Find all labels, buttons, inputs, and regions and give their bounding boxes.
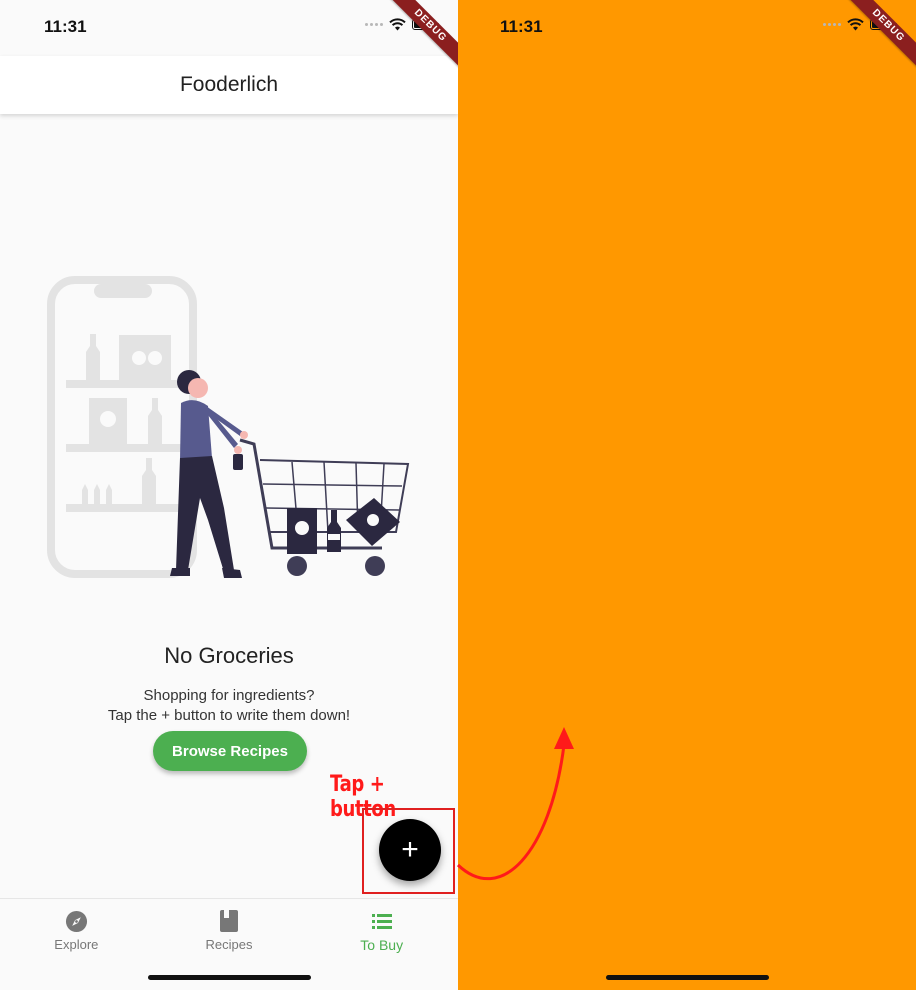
empty-state-title: No Groceries [164, 643, 294, 668]
empty-state-message: Shopping for ingredients? Tap the + butt… [0, 686, 458, 726]
browse-recipes-button[interactable]: Browse Recipes [153, 731, 307, 771]
nav-label-explore: Explore [54, 937, 99, 952]
status-bar-right: 11:31 [458, 0, 916, 56]
nav-label-to-buy: To Buy [360, 937, 404, 953]
app-bar: Fooderlich [0, 56, 458, 114]
app-title: Fooderlich [179, 73, 279, 96]
status-time-right: 11:31 [500, 17, 543, 36]
status-bar: 11:31 [0, 0, 458, 56]
signal-icon [823, 23, 841, 26]
compass-icon [64, 909, 88, 933]
grocery-screen: 11:31 DEBUG Fooderlich No Groceries Shop… [0, 0, 458, 990]
signal-icon [365, 23, 383, 26]
empty-state-message-line1: Shopping for ingredients? [143, 687, 315, 704]
nav-item-to-buy[interactable]: To Buy [305, 899, 458, 990]
add-item-fab[interactable]: + [379, 819, 441, 881]
wifi-icon [389, 18, 406, 31]
home-indicator [148, 975, 311, 980]
list-icon [370, 909, 394, 933]
book-icon [217, 909, 241, 933]
nav-label-recipes: Recipes [205, 937, 253, 952]
wifi-icon [847, 18, 864, 31]
nav-item-explore[interactable]: Explore [0, 899, 153, 990]
home-indicator-right [606, 975, 769, 980]
empty-state-message-line2: Tap the + button to write them down! [107, 707, 351, 724]
empty-cart-illustration [47, 276, 410, 578]
status-time: 11:31 [44, 17, 87, 36]
item-screen-transition: 11:31 DEBUG [458, 0, 916, 990]
